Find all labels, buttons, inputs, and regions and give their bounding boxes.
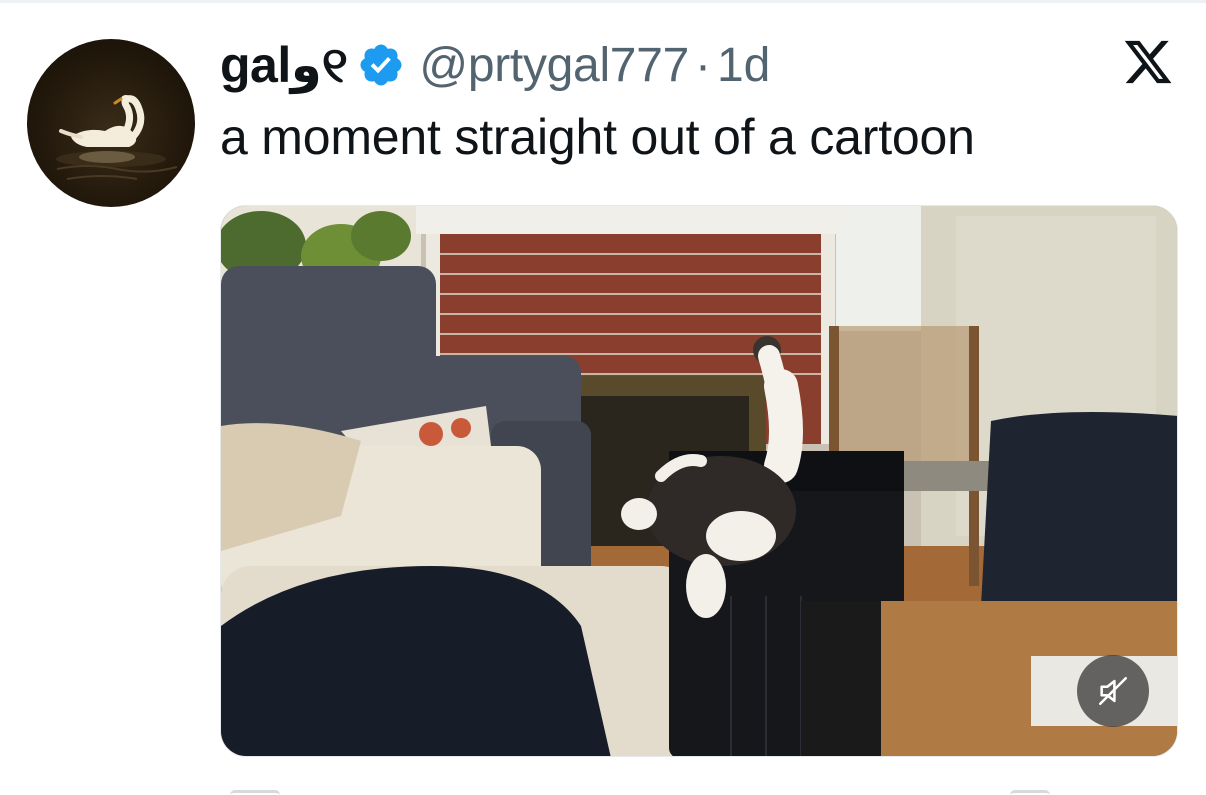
display-name[interactable]: galو୧ xyxy=(220,36,348,95)
verified-badge-icon[interactable] xyxy=(357,41,405,89)
handle[interactable]: @prtygal777 xyxy=(419,38,689,93)
tweet-text: a moment straight out of a cartoon xyxy=(220,109,975,165)
bookmark-icon[interactable] xyxy=(1010,790,1050,795)
video-player[interactable] xyxy=(220,205,1178,757)
x-logo-icon[interactable] xyxy=(1122,36,1174,88)
tweet-header: galو୧ @prtygal777 · 1d xyxy=(220,30,770,100)
timestamp[interactable]: 1d xyxy=(717,38,770,93)
avatar[interactable] xyxy=(27,39,195,207)
volume-muted-icon xyxy=(1098,676,1128,706)
reply-icon[interactable] xyxy=(230,790,280,795)
action-bar xyxy=(220,786,1178,795)
separator-dot: · xyxy=(695,38,711,92)
mute-toggle-button[interactable] xyxy=(1077,655,1149,727)
video-frame xyxy=(221,206,1177,756)
tweet[interactable]: galو୧ @prtygal777 · 1d a moment straight… xyxy=(0,0,1206,795)
avatar-swan-image xyxy=(56,95,178,180)
